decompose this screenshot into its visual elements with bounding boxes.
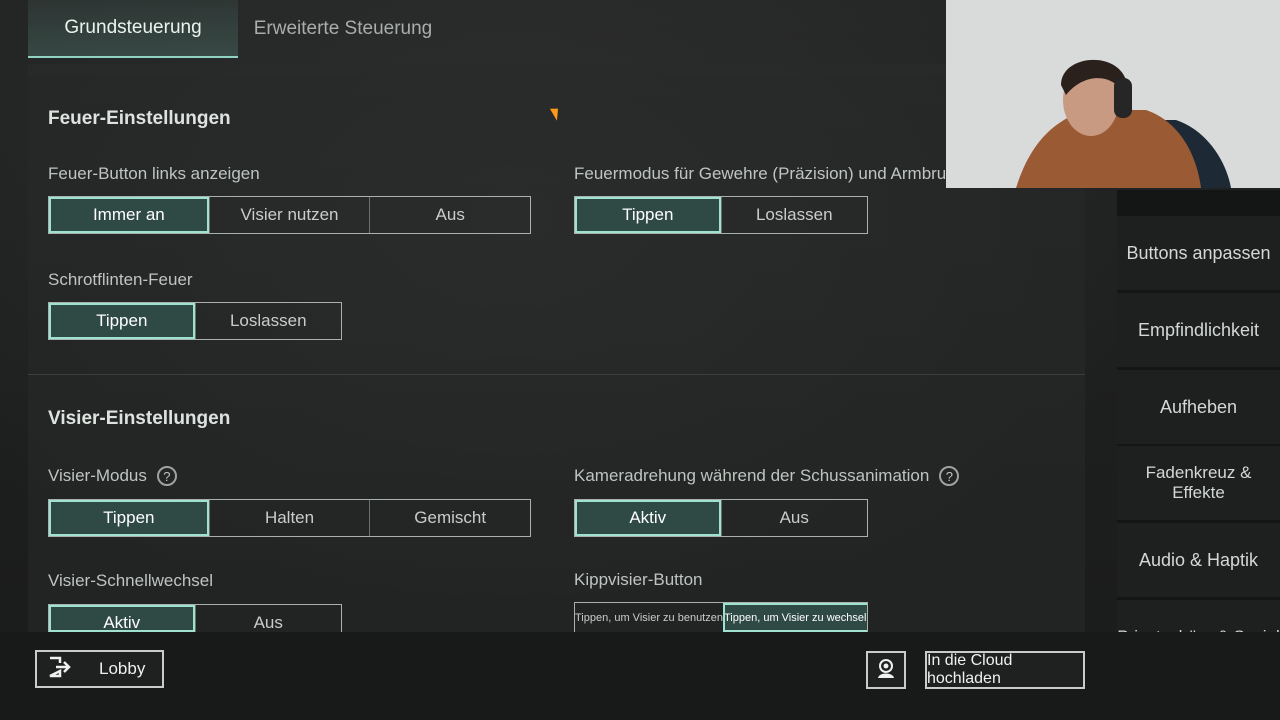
option-aktiv[interactable]: Aktiv [49, 605, 195, 632]
option-tippen-visier-wechseln[interactable]: Tippen, um Visier zu wechseln [722, 603, 867, 632]
section-divider [28, 374, 1085, 375]
tilt-scope-selector: Tippen, um Visier zu benutzen Tippen, um… [574, 602, 868, 632]
option-aus[interactable]: Aus [194, 605, 342, 632]
bottom-bar [0, 632, 1280, 720]
camera-rotation-selector: Aktiv Aus [574, 499, 868, 537]
webcam-image [946, 0, 1280, 188]
shotgun-fire-label: Schrotflinten-Feuer [48, 270, 193, 289]
fire-mode-selector: Tippen Loslassen [574, 196, 868, 234]
headset-icon [874, 656, 898, 685]
sidebar-item-audio-haptik[interactable]: Audio & Haptik [1117, 523, 1280, 597]
option-tippen[interactable]: Tippen [49, 500, 209, 536]
option-gemischt[interactable]: Gemischt [369, 500, 530, 536]
settings-panel [28, 76, 1085, 632]
tilt-scope-label: Kippvisier-Button [574, 570, 703, 589]
option-halten[interactable]: Halten [208, 500, 370, 536]
fire-button-left-label: Feuer-Button links anzeigen [48, 164, 260, 183]
option-loslassen[interactable]: Loslassen [194, 303, 342, 339]
option-immer-an[interactable]: Immer an [49, 197, 209, 233]
exit-icon [47, 656, 71, 683]
tab-grundsteuerung[interactable]: Grundsteuerung [28, 0, 238, 58]
fire-mode-label: Feuermodus für Gewehre (Präzision) und A… [574, 164, 946, 183]
scope-settings-title: Visier-Einstellungen [48, 408, 231, 429]
scope-quickswitch-selector: Aktiv Aus [48, 604, 342, 632]
fire-settings-title: Feuer-Einstellungen [48, 108, 231, 129]
option-tippen[interactable]: Tippen [49, 303, 195, 339]
option-aus[interactable]: Aus [369, 197, 530, 233]
camera-rotation-label: Kameradrehung während der Schussanimatio… [574, 466, 960, 486]
option-aktiv[interactable]: Aktiv [575, 500, 721, 536]
lobby-label: Lobby [99, 659, 146, 678]
option-tippen[interactable]: Tippen [575, 197, 721, 233]
webcam-overlay [946, 0, 1280, 188]
scope-mode-selector: Tippen Halten Gemischt [48, 499, 531, 537]
shotgun-fire-selector: Tippen Loslassen [48, 302, 342, 340]
sidebar-item-empfindlichkeit[interactable]: Empfindlichkeit [1117, 293, 1280, 367]
sidebar-item-buttons-anpassen[interactable]: Buttons anpassen [1117, 216, 1280, 290]
tab-erweiterte-steuerung[interactable]: Erweiterte Steuerung [238, 0, 448, 58]
lobby-button[interactable]: Lobby [35, 650, 164, 688]
option-tippen-visier-benutzen[interactable]: Tippen, um Visier zu benutzen [575, 603, 723, 632]
option-loslassen[interactable]: Loslassen [720, 197, 868, 233]
support-button[interactable] [866, 651, 906, 689]
scope-quickswitch-label: Visier-Schnellwechsel [48, 571, 214, 590]
option-visier-nutzen[interactable]: Visier nutzen [208, 197, 370, 233]
help-icon[interactable]: ? [939, 466, 960, 486]
scope-mode-label: Visier-Modus ? [48, 466, 177, 486]
sidebar-item-fadenkreuz-effekte[interactable]: Fadenkreuz & Effekte [1117, 446, 1280, 520]
fire-button-left-selector: Immer an Visier nutzen Aus [48, 196, 531, 234]
cloud-upload-button[interactable]: In die Cloud hochladen [925, 651, 1085, 689]
help-icon[interactable]: ? [156, 466, 177, 486]
option-aus[interactable]: Aus [720, 500, 868, 536]
tab-bar: Grundsteuerung Erweiterte Steuerung [28, 0, 448, 58]
tab-divider [28, 64, 946, 76]
sidebar-item-aufheben[interactable]: Aufheben [1117, 370, 1280, 444]
